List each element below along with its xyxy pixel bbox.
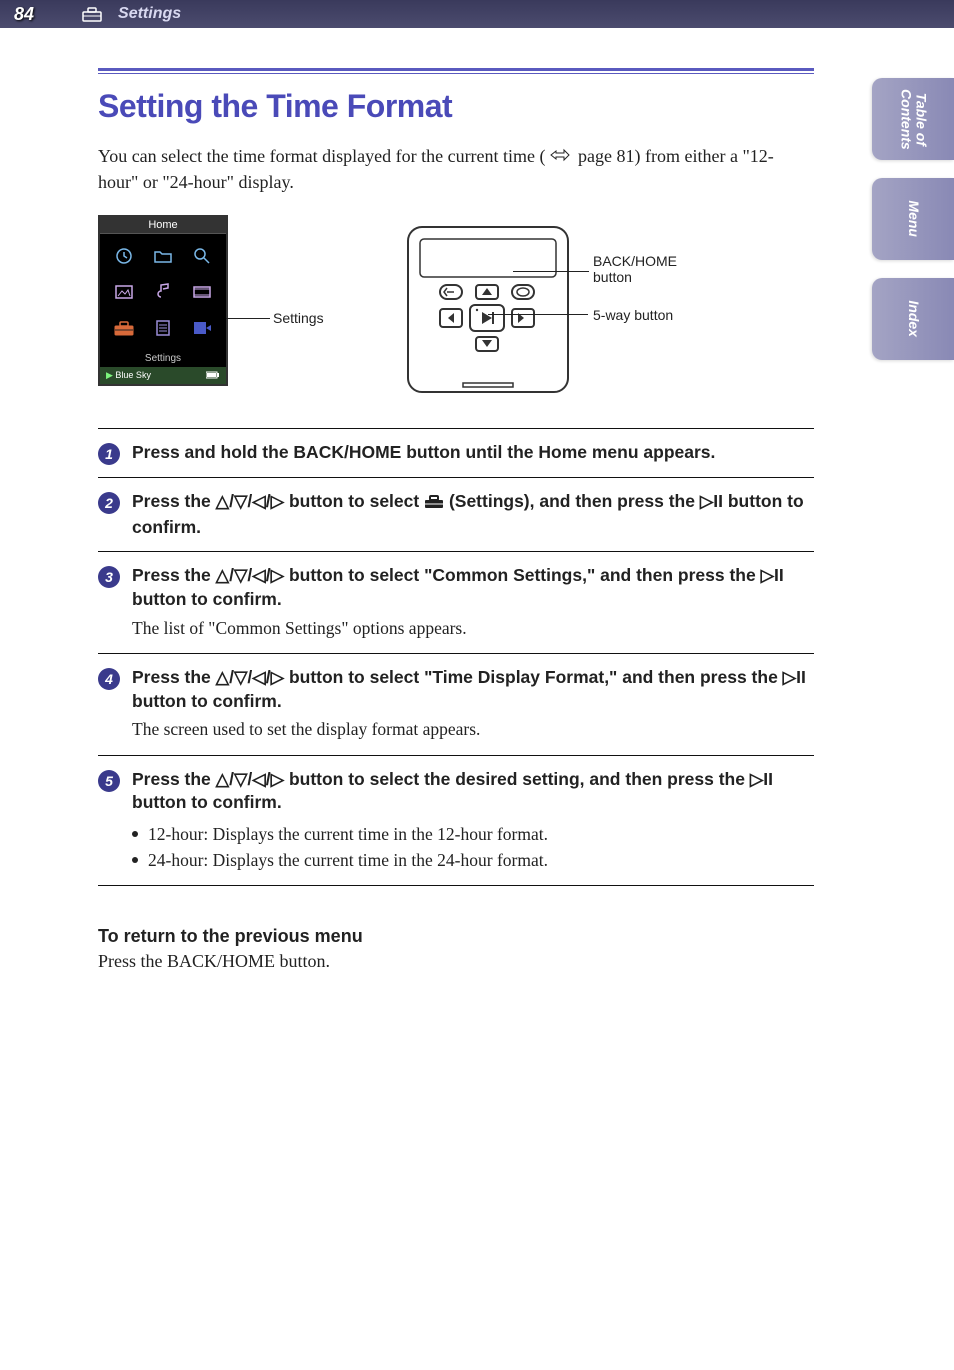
step-1-title: Press and hold the BACK/HOME button unti…: [132, 441, 814, 465]
music-icon: [145, 276, 180, 308]
mock-screen-title: Home: [100, 217, 226, 234]
step-number-1: 1: [98, 443, 120, 465]
page-reference[interactable]: page 81: [546, 143, 635, 169]
step-4-title: Press the △/▽/◁/▷ button to select "Time…: [132, 666, 814, 713]
home-screen-diagram: Home Settings Blue Sky: [98, 215, 358, 386]
page-title: Setting the Time Format: [98, 88, 814, 125]
step-5-title: Press the △/▽/◁/▷ button to select the d…: [132, 768, 814, 815]
mock-screen-caption: Settings: [100, 350, 226, 367]
title-rule-thin: [98, 73, 814, 74]
toolbox-icon: [82, 6, 102, 22]
device-diagram: BACK/HOME button 5-way button: [398, 215, 738, 400]
fiveway-label: 5-way button: [593, 307, 673, 323]
step-5: 5 Press the △/▽/◁/▷ button to select the…: [98, 755, 814, 887]
device-outline: [398, 225, 578, 395]
page-header: 84 Settings: [0, 0, 954, 28]
bullet-12hour: 12-hour: Displays the current time in th…: [132, 821, 814, 847]
callout-line-2: [488, 314, 588, 315]
clock-icon: [106, 240, 141, 272]
step-3-sub: The list of "Common Settings" options ap…: [132, 616, 814, 641]
callout-line-1: [513, 271, 589, 272]
mock-screen-nowplaying: Blue Sky: [100, 367, 226, 384]
nowplaying-icon: [185, 312, 220, 344]
step-1: 1 Press and hold the BACK/HOME button un…: [98, 428, 814, 477]
bullet-24hour: 24-hour: Displays the current time in th…: [132, 847, 814, 873]
list-icon: [145, 312, 180, 344]
return-title: To return to the previous menu: [98, 926, 814, 947]
step-2-title: Press the △/▽/◁/▷ button to select (Sett…: [132, 490, 814, 539]
play-pause-icon: ▷II: [750, 769, 773, 789]
play-pause-icon: ▷II: [783, 667, 806, 687]
play-pause-icon: ▷II: [761, 565, 784, 585]
toolbox-inline-icon: [424, 492, 444, 516]
direction-buttons-icon: △/▽/◁/▷: [216, 565, 284, 585]
page-number: 84: [14, 4, 34, 25]
diagram-row: Home Settings Blue Sky: [98, 215, 814, 400]
step-number-5: 5: [98, 770, 120, 792]
return-section: To return to the previous menu Press the…: [98, 926, 814, 972]
intro-text: You can select the time format displayed…: [98, 143, 814, 195]
search-icon: [185, 240, 220, 272]
battery-icon: [206, 371, 220, 381]
step-3: 3 Press the △/▽/◁/▷ button to select "Co…: [98, 551, 814, 653]
callout-line: [226, 318, 270, 319]
hand-pointer-icon: [550, 143, 570, 169]
title-rule-thick: [98, 68, 814, 71]
video-icon: [185, 276, 220, 308]
step-5-bullets: 12-hour: Displays the current time in th…: [132, 821, 814, 874]
play-pause-icon: ▷II: [700, 491, 723, 511]
step-2: 2 Press the △/▽/◁/▷ button to select (Se…: [98, 477, 814, 551]
back-home-label: BACK/HOME button: [593, 253, 683, 285]
steps-list: 1 Press and hold the BACK/HOME button un…: [98, 428, 814, 886]
mock-screen: Home Settings Blue Sky: [98, 215, 228, 386]
nowplaying-track: Blue Sky: [106, 370, 151, 381]
step-number-3: 3: [98, 566, 120, 588]
direction-buttons-icon: △/▽/◁/▷: [216, 769, 284, 789]
folder-icon: [145, 240, 180, 272]
photo-icon: [106, 276, 141, 308]
section-name: Settings: [118, 5, 181, 23]
settings-toolbox-icon: [106, 312, 141, 344]
mock-screen-grid: [100, 234, 226, 350]
step-4-sub: The screen used to set the display forma…: [132, 717, 814, 742]
step-4: 4 Press the △/▽/◁/▷ button to select "Ti…: [98, 653, 814, 755]
step-number-4: 4: [98, 668, 120, 690]
return-body: Press the BACK/HOME button.: [98, 951, 814, 972]
step-number-2: 2: [98, 492, 120, 514]
step-3-title: Press the △/▽/◁/▷ button to select "Comm…: [132, 564, 814, 611]
page-content: Setting the Time Format You can select t…: [0, 28, 954, 972]
direction-buttons-icon: △/▽/◁/▷: [216, 491, 284, 511]
settings-callout-label: Settings: [273, 310, 324, 326]
direction-buttons-icon: △/▽/◁/▷: [216, 667, 284, 687]
